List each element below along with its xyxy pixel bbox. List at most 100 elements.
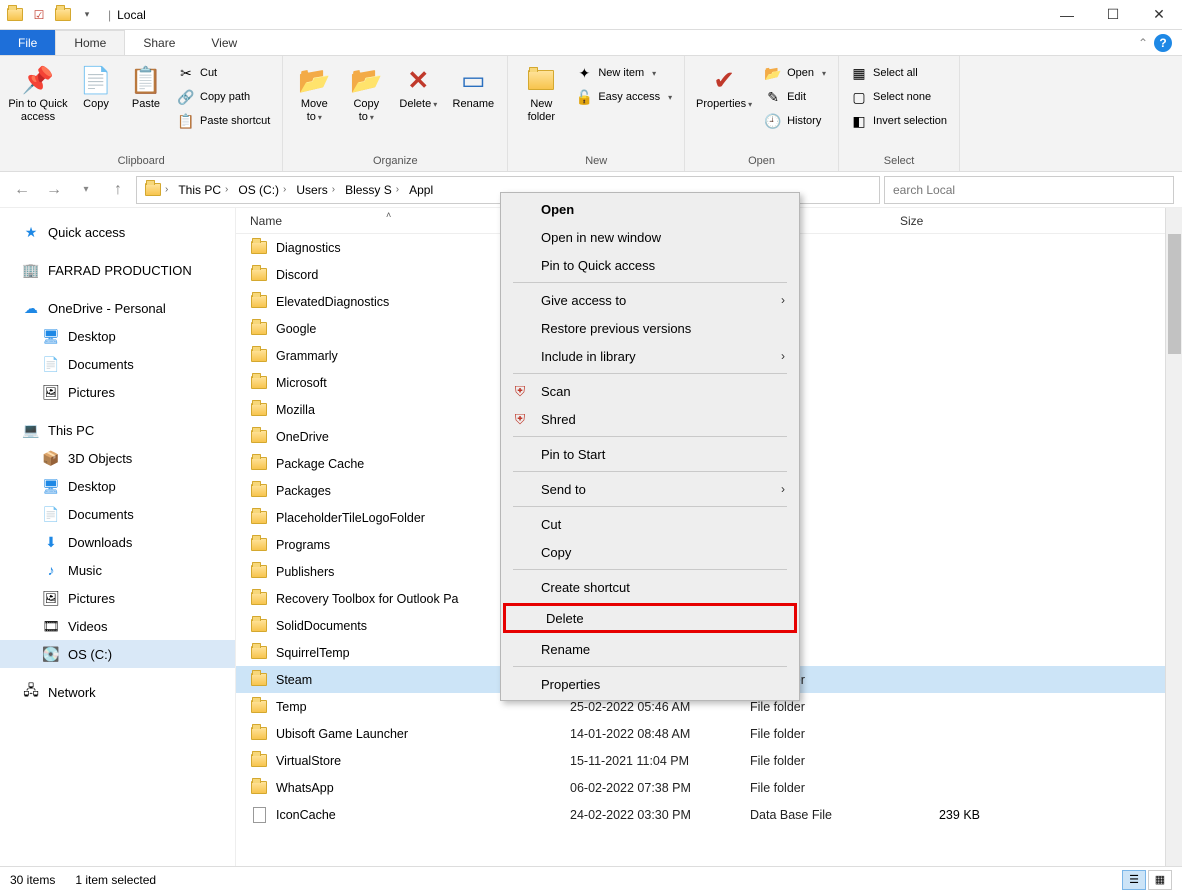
file-row[interactable]: Ubisoft Game Launcher14-01-2022 08:48 AM…	[236, 720, 1182, 747]
qat-dropdown-icon[interactable]: ▾	[76, 4, 98, 26]
nav-pc-videos[interactable]: 🎞Videos	[0, 612, 235, 640]
folder-icon	[250, 536, 268, 554]
select-none-button[interactable]: ▢Select none	[845, 86, 953, 108]
ctx-rename[interactable]: Rename	[501, 635, 799, 663]
delete-button[interactable]: ✕Delete▾	[393, 60, 443, 115]
open-button[interactable]: 📂Open▾	[759, 62, 832, 84]
new-item-button[interactable]: ✦New item▾	[570, 62, 678, 84]
cut-button[interactable]: ✂Cut	[172, 62, 276, 84]
ctx-open-new-window[interactable]: Open in new window	[501, 223, 799, 251]
nav-pc-downloads[interactable]: ⬇Downloads	[0, 528, 235, 556]
ctx-scan[interactable]: ⛨Scan	[501, 377, 799, 405]
ctx-create-shortcut[interactable]: Create shortcut	[501, 573, 799, 601]
qat-properties-icon[interactable]: ☑	[28, 4, 50, 26]
nav-od-desktop[interactable]: 🖥Desktop	[0, 322, 235, 350]
nav-farrad[interactable]: 🏢FARRAD PRODUCTION	[0, 256, 235, 284]
select-all-button[interactable]: ▦Select all	[845, 62, 953, 84]
scrollbar-thumb[interactable]	[1168, 234, 1181, 354]
search-input[interactable]: earch Local	[884, 176, 1174, 204]
tab-view[interactable]: View	[193, 30, 255, 55]
breadcrumb-item[interactable]: Appl	[405, 183, 437, 197]
ctx-restore-versions[interactable]: Restore previous versions	[501, 314, 799, 342]
nav-onedrive[interactable]: ☁OneDrive - Personal	[0, 294, 235, 322]
tab-home[interactable]: Home	[55, 30, 125, 55]
tab-file[interactable]: File	[0, 30, 55, 55]
nav-od-pictures[interactable]: 🖼Pictures	[0, 378, 235, 406]
invert-selection-icon: ◧	[851, 113, 867, 129]
ctx-copy[interactable]: Copy	[501, 538, 799, 566]
view-details-button[interactable]: ☰	[1122, 870, 1146, 890]
paste-shortcut-button[interactable]: 📋Paste shortcut	[172, 110, 276, 132]
ribbon-group-open: ✔Properties▾ 📂Open▾ ✎Edit 🕘History Open	[685, 56, 839, 171]
breadcrumb-root-icon[interactable]: ›	[141, 183, 172, 196]
pin-quick-access-button[interactable]: 📌Pin to Quick access	[6, 60, 70, 128]
history-button[interactable]: 🕘History	[759, 110, 832, 132]
window-controls: — ☐ ✕	[1044, 0, 1182, 30]
paste-button[interactable]: 📋Paste	[122, 60, 170, 115]
properties-button[interactable]: ✔Properties▾	[691, 60, 757, 115]
easy-access-button[interactable]: 🔓Easy access▾	[570, 86, 678, 108]
file-row[interactable]: IconCache24-02-2022 03:30 PMData Base Fi…	[236, 801, 1182, 828]
edit-button[interactable]: ✎Edit	[759, 86, 832, 108]
close-button[interactable]: ✕	[1136, 0, 1182, 30]
qat-newfolder-icon[interactable]	[52, 4, 74, 26]
nav-back-button[interactable]: ←	[8, 176, 36, 204]
file-row[interactable]: VirtualStore15-11-2021 11:04 PMFile fold…	[236, 747, 1182, 774]
copy-to-button[interactable]: 📂Copy to▾	[341, 60, 391, 128]
history-icon: 🕘	[765, 113, 781, 129]
context-menu: Open Open in new window Pin to Quick acc…	[500, 192, 800, 701]
nav-forward-button[interactable]: →	[40, 176, 68, 204]
breadcrumb-item[interactable]: This PC›	[174, 183, 232, 197]
invert-selection-button[interactable]: ◧Invert selection	[845, 110, 953, 132]
ctx-pin-quick-access[interactable]: Pin to Quick access	[501, 251, 799, 279]
folder-icon	[250, 779, 268, 797]
minimize-button[interactable]: —	[1044, 0, 1090, 30]
folder-icon	[250, 401, 268, 419]
nav-pc-documents[interactable]: 📄Documents	[0, 500, 235, 528]
navigation-pane[interactable]: ★Quick access 🏢FARRAD PRODUCTION ☁OneDri…	[0, 208, 236, 866]
nav-pc-desktop[interactable]: 🖥Desktop	[0, 472, 235, 500]
ctx-give-access[interactable]: Give access to›	[501, 286, 799, 314]
title-bar: ☑ ▾ | Local — ☐ ✕	[0, 0, 1182, 30]
ctx-pin-start[interactable]: Pin to Start	[501, 440, 799, 468]
breadcrumb-item[interactable]: Users›	[292, 183, 339, 197]
nav-pc-pictures[interactable]: 🖼Pictures	[0, 584, 235, 612]
ctx-properties[interactable]: Properties	[501, 670, 799, 698]
collapse-ribbon-icon[interactable]: ⌃	[1138, 36, 1148, 50]
move-to-button[interactable]: 📂Move to▾	[289, 60, 339, 128]
ctx-send-to[interactable]: Send to›	[501, 475, 799, 503]
file-row[interactable]: WhatsApp06-02-2022 07:38 PMFile folder	[236, 774, 1182, 801]
maximize-button[interactable]: ☐	[1090, 0, 1136, 30]
nav-od-documents[interactable]: 📄Documents	[0, 350, 235, 378]
new-folder-button[interactable]: New folder	[514, 60, 568, 128]
downloads-icon: ⬇	[42, 533, 60, 551]
copy-button[interactable]: 📄Copy	[72, 60, 120, 115]
folder-icon	[250, 266, 268, 284]
file-name: WhatsApp	[276, 781, 570, 795]
copy-path-button[interactable]: 🔗Copy path	[172, 86, 276, 108]
ctx-open[interactable]: Open	[501, 195, 799, 223]
ctx-delete[interactable]: Delete	[506, 606, 794, 630]
view-icons-button[interactable]: ▦	[1148, 870, 1172, 890]
breadcrumb-item[interactable]: Blessy S›	[341, 183, 403, 197]
nav-up-button[interactable]: ↑	[104, 176, 132, 204]
ctx-include-library[interactable]: Include in library›	[501, 342, 799, 370]
status-bar: 30 items 1 item selected ☰ ▦	[0, 866, 1182, 892]
nav-recent-dropdown[interactable]: ▾	[72, 176, 100, 204]
nav-pc-os[interactable]: 💽OS (C:)	[0, 640, 235, 668]
nav-this-pc[interactable]: 💻This PC	[0, 416, 235, 444]
nav-pc-music[interactable]: ♪Music	[0, 556, 235, 584]
vertical-scrollbar[interactable]	[1165, 208, 1182, 866]
breadcrumb-item[interactable]: OS (C:)›	[234, 183, 290, 197]
tab-share[interactable]: Share	[125, 30, 193, 55]
nav-network[interactable]: 🖧Network	[0, 678, 235, 706]
nav-3d-objects[interactable]: 📦3D Objects	[0, 444, 235, 472]
ctx-cut[interactable]: Cut	[501, 510, 799, 538]
col-size[interactable]: Size	[900, 214, 1000, 228]
ctx-shred[interactable]: ⛨Shred	[501, 405, 799, 433]
folder-icon	[250, 563, 268, 581]
rename-button[interactable]: ▭Rename	[445, 60, 501, 115]
nav-quick-access[interactable]: ★Quick access	[0, 218, 235, 246]
help-icon[interactable]: ?	[1154, 34, 1172, 52]
folder-icon	[250, 428, 268, 446]
